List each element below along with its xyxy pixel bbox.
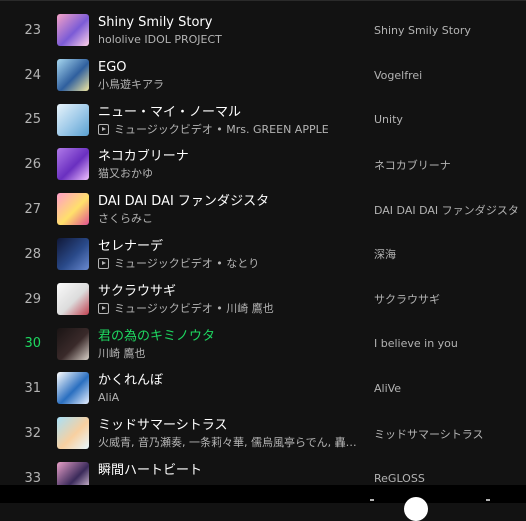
track-info: 瞬間ハートビート [98, 463, 358, 479]
track-row[interactable]: 29 サクラウサギ ミュージックビデオ • 川崎 鷹也 サクラウサギ [0, 277, 526, 322]
track-info: Shiny Smily Story hololive IDOL PROJECT [98, 15, 358, 46]
track-artist: 小鳥遊キアラ [98, 78, 358, 91]
track-artist: AliA [98, 391, 358, 404]
track-info: EGO 小鳥遊キアラ [98, 60, 358, 91]
track-title[interactable]: サクラウサギ [98, 284, 358, 300]
track-album[interactable]: サクラウサギ [374, 277, 526, 322]
track-artist: ミュージックビデオ • 川崎 鷹也 [98, 302, 358, 315]
track-artist-text[interactable]: 猫又おかゆ [98, 167, 153, 180]
track-cover-image[interactable] [57, 193, 89, 226]
track-artist-text[interactable]: 小鳥遊キアラ [98, 78, 164, 91]
repeat-icon[interactable] [486, 499, 490, 501]
track-title[interactable]: 瞬間ハートビート [98, 463, 358, 479]
track-row[interactable]: 24 EGO 小鳥遊キアラ Vogelfrei [0, 53, 526, 98]
track-title[interactable]: ミッドサマーシトラス [98, 418, 358, 434]
track-title[interactable]: セレナーデ [98, 239, 358, 255]
track-artist: 猫又おかゆ [98, 167, 358, 180]
track-title[interactable]: かくれんぼ [98, 373, 358, 389]
track-title[interactable]: ニュー・マイ・ノーマル [98, 105, 358, 121]
track-title[interactable]: EGO [98, 60, 358, 76]
track-info: かくれんぼ AliA [98, 373, 358, 404]
track-row[interactable]: 26 ネコカブリーナ 猫又おかゆ ネコカブリーナ [0, 142, 526, 187]
music-video-icon [98, 302, 109, 314]
track-artist-text[interactable]: AliA [98, 391, 119, 404]
track-artist-text[interactable]: さくらみこ [98, 212, 153, 225]
track-title[interactable]: Shiny Smily Story [98, 15, 358, 31]
track-title[interactable]: 君の為のキミノウタ [98, 329, 358, 345]
track-row[interactable]: 23 Shiny Smily Story hololive IDOL PROJECT… [0, 8, 526, 53]
track-artist: さくらみこ [98, 212, 358, 225]
track-cover-image[interactable] [57, 58, 89, 91]
track-number: 23 [24, 22, 41, 38]
play-button[interactable] [404, 497, 428, 521]
track-artist-text[interactable]: hololive IDOL PROJECT [98, 33, 222, 46]
track-number: 27 [24, 202, 41, 218]
shuffle-icon[interactable] [370, 499, 374, 501]
track-cover-image[interactable] [57, 14, 89, 46]
track-cover-image[interactable] [57, 372, 89, 405]
track-cover-image[interactable] [57, 327, 89, 360]
music-video-icon [98, 257, 109, 269]
track-artist-text[interactable]: 火威青, 音乃瀬奏, 一条莉々華, 儒烏風亭らでん, 轟… [98, 436, 357, 449]
player-bar [0, 485, 526, 503]
track-artist: hololive IDOL PROJECT [98, 33, 358, 46]
track-cover-image[interactable] [57, 148, 89, 181]
track-info: ニュー・マイ・ノーマルミュージックビデオ • Mrs. GREEN APPLE [98, 105, 358, 136]
track-album[interactable]: Shiny Smily Story [374, 8, 526, 53]
track-info: サクラウサギミュージックビデオ • 川崎 鷹也 [98, 284, 358, 315]
track-album[interactable]: I believe in you [374, 322, 526, 367]
track-album[interactable]: ミッドサマーシトラス [374, 411, 526, 456]
track-number: 30 [24, 336, 41, 352]
track-artist-text[interactable]: ミュージックビデオ • なとり [114, 257, 259, 270]
track-artist: ミュージックビデオ • Mrs. GREEN APPLE [98, 123, 358, 136]
track-row[interactable]: 32 ミッドサマーシトラス 火威青, 音乃瀬奏, 一条莉々華, 儒烏風亭らでん, 轟… [0, 411, 526, 456]
track-number: 26 [24, 157, 41, 173]
track-number: 31 [24, 381, 41, 397]
track-album[interactable]: ネコカブリーナ [374, 142, 526, 187]
track-row[interactable]: 30 君の為のキミノウタ 川崎 鷹也 I believe in you [0, 322, 526, 367]
track-cover-image[interactable] [57, 417, 89, 450]
track-info: 君の為のキミノウタ 川崎 鷹也 [98, 329, 358, 360]
track-number: 29 [24, 291, 41, 307]
track-cover-image[interactable] [57, 282, 89, 315]
track-row[interactable]: 27 DAI DAI DAI ファンダジスタ さくらみこ DAI DAI DAI ファ… [0, 187, 526, 232]
track-number: 24 [24, 67, 41, 83]
track-cover-image[interactable] [57, 237, 89, 270]
track-number: 25 [24, 112, 41, 128]
track-artist-text[interactable]: ミュージックビデオ • 川崎 鷹也 [114, 302, 274, 315]
track-album[interactable]: Vogelfrei [374, 53, 526, 98]
track-row[interactable]: 25 ニュー・マイ・ノーマルミュージックビデオ • Mrs. GREEN APPL… [0, 98, 526, 143]
track-info: ネコカブリーナ 猫又おかゆ [98, 149, 358, 180]
track-title[interactable]: ネコカブリーナ [98, 149, 358, 165]
track-album[interactable]: 深海 [374, 232, 526, 277]
track-info: ミッドサマーシトラス 火威青, 音乃瀬奏, 一条莉々華, 儒烏風亭らでん, 轟… [98, 418, 358, 449]
track-info: DAI DAI DAI ファンダジスタ さくらみこ [98, 194, 358, 225]
track-row[interactable]: 28 セレナーデ ミュージックビデオ • なとり 深海 [0, 232, 526, 277]
track-number: 32 [24, 426, 41, 442]
track-number: 28 [24, 246, 41, 262]
track-artist: 火威青, 音乃瀬奏, 一条莉々華, 儒烏風亭らでん, 轟… [98, 436, 358, 449]
track-list: 23 Shiny Smily Story hololive IDOL PROJECT… [0, 8, 526, 501]
track-artist-text[interactable]: 川崎 鷹也 [98, 347, 146, 360]
track-info: セレナーデミュージックビデオ • なとり [98, 239, 358, 270]
track-row[interactable]: 31 かくれんぼ AliA AliVe [0, 366, 526, 411]
track-title[interactable]: DAI DAI DAI ファンダジスタ [98, 194, 358, 210]
track-artist: 川崎 鷹也 [98, 347, 358, 360]
track-album[interactable]: AliVe [374, 366, 526, 411]
track-album[interactable]: Unity [374, 98, 526, 143]
music-video-icon [98, 123, 109, 135]
track-artist: ミュージックビデオ • なとり [98, 257, 358, 270]
track-album[interactable]: DAI DAI DAI ファンダジスタ [374, 187, 526, 232]
top-divider [0, 0, 526, 5]
track-artist-text[interactable]: ミュージックビデオ • Mrs. GREEN APPLE [114, 123, 329, 136]
track-cover-image[interactable] [57, 103, 89, 136]
